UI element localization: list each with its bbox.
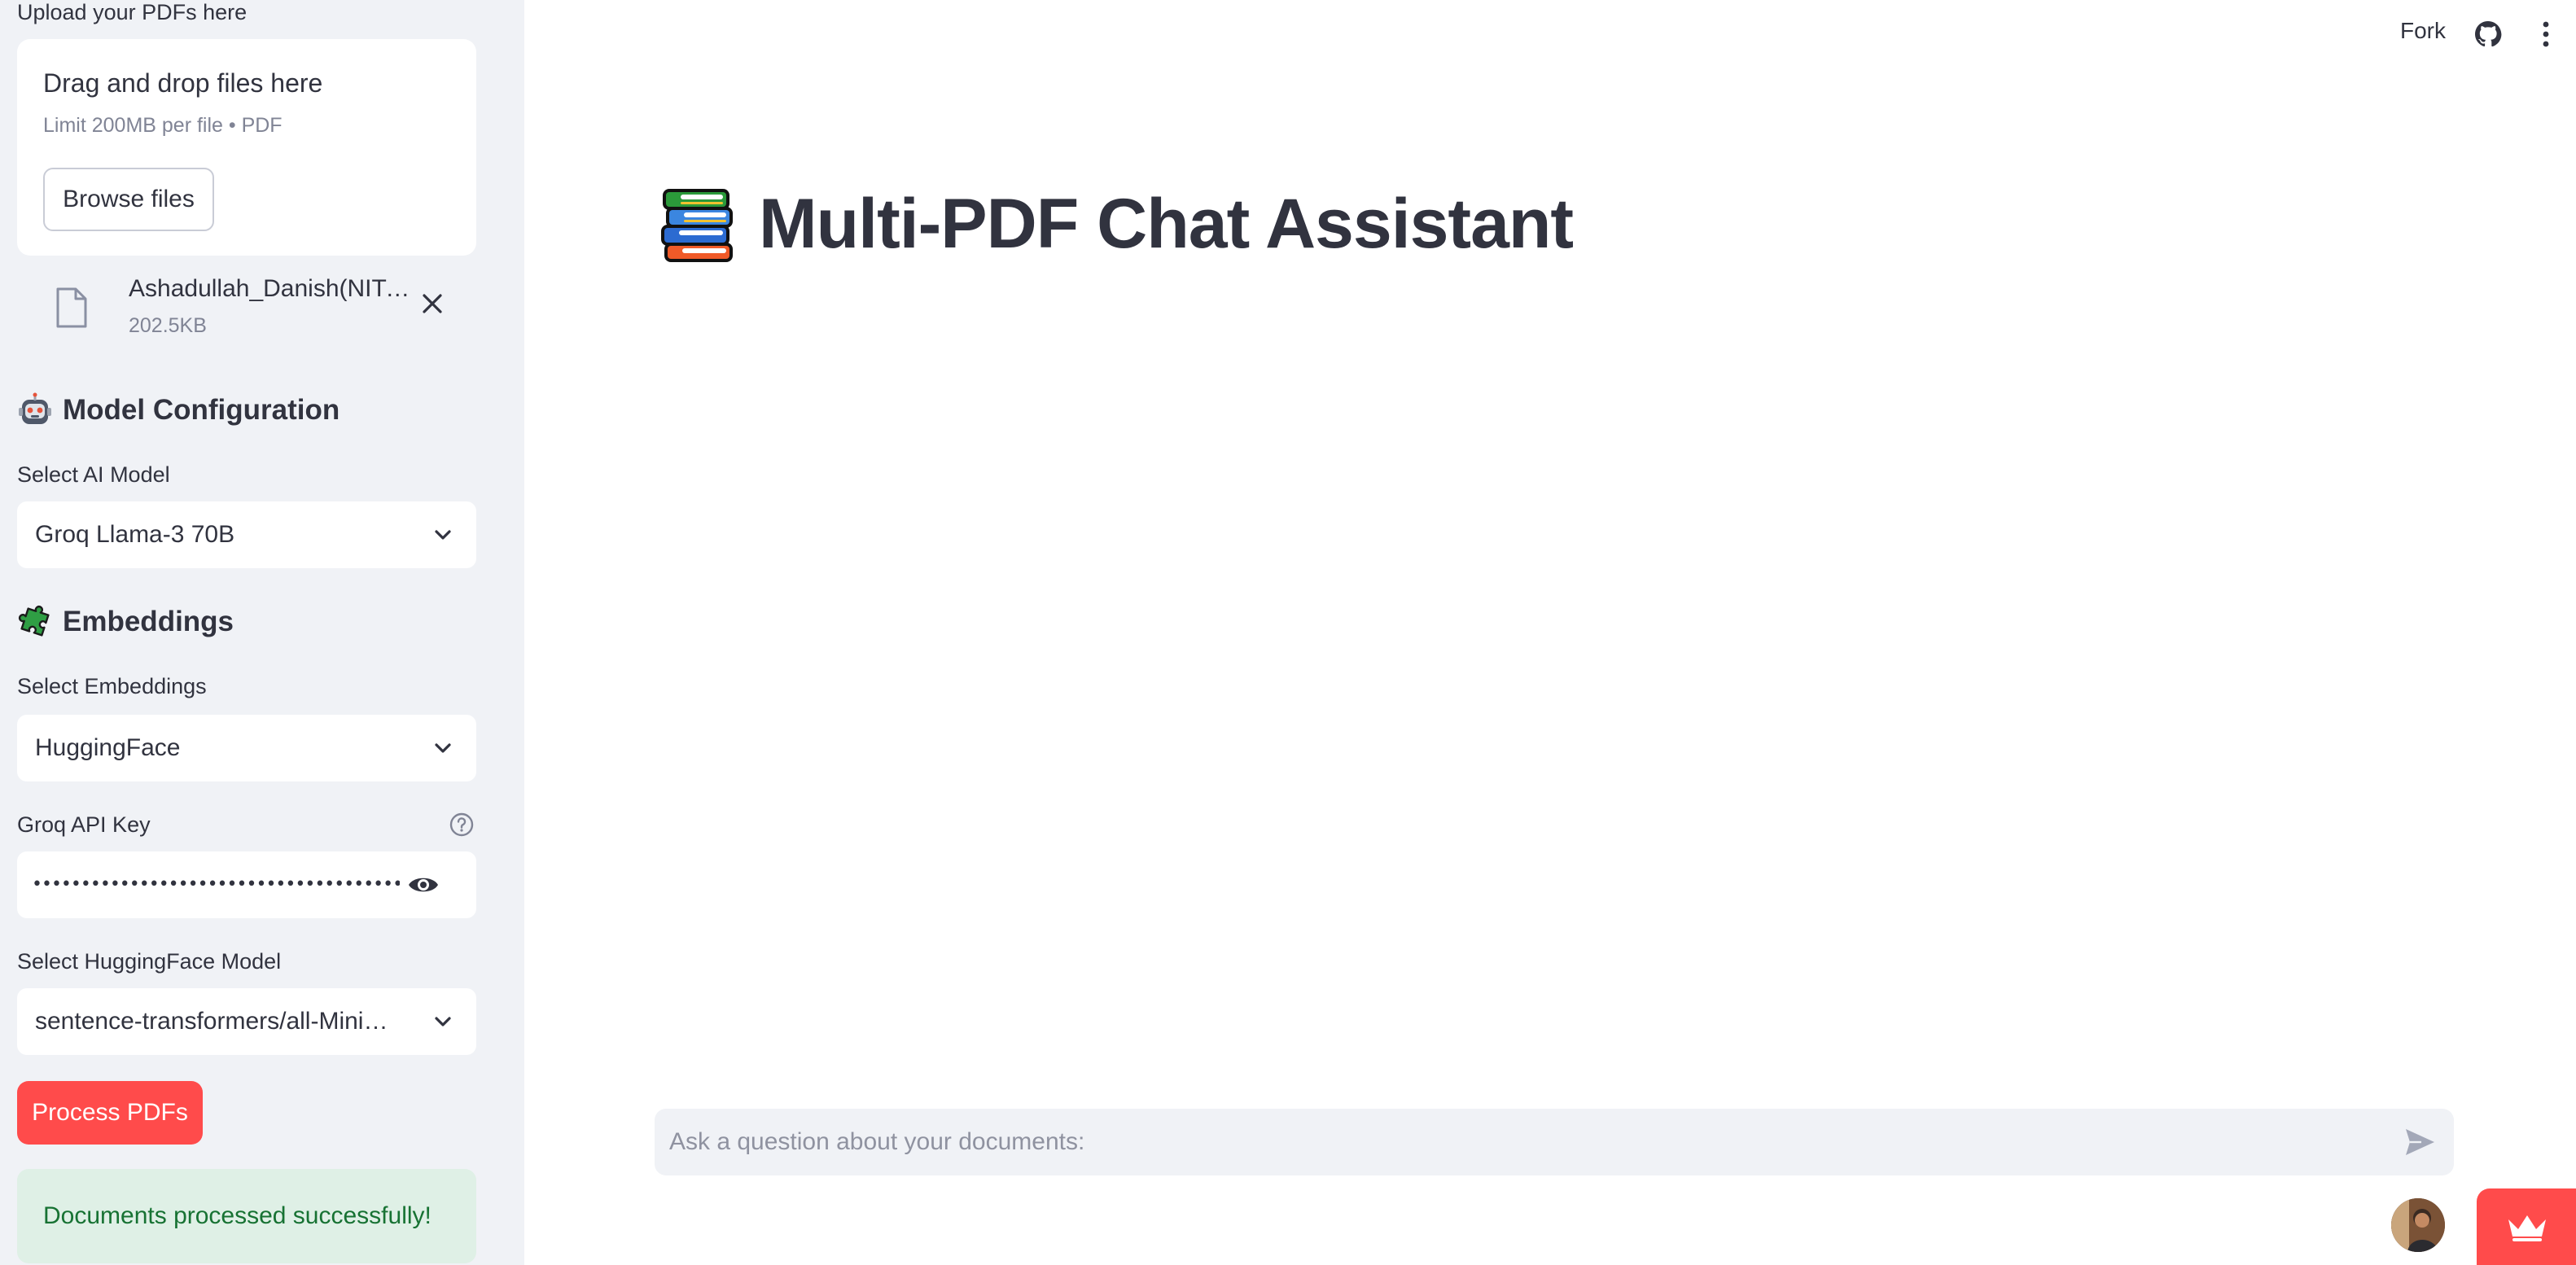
- file-icon: [56, 287, 87, 328]
- process-pdfs-button[interactable]: Process PDFs: [17, 1081, 203, 1145]
- model-config-title: Model Configuration: [63, 394, 340, 426]
- file-name: Ashadullah_Danish(NIT-…: [129, 275, 415, 302]
- upload-label: Upload your PDFs here: [17, 0, 248, 24]
- hf-model-value: sentence-transformers/all-Mini…: [35, 1008, 388, 1035]
- fork-link[interactable]: Fork: [2400, 18, 2446, 44]
- file-size: 202.5KB: [129, 314, 207, 337]
- chat-input[interactable]: [669, 1109, 2379, 1175]
- crown-icon: [2508, 1215, 2546, 1241]
- api-key-label: Groq API Key: [17, 812, 151, 837]
- chevron-down-icon: [435, 1017, 451, 1026]
- remove-file-icon[interactable]: [418, 290, 446, 317]
- select-hf-model-label: Select HuggingFace Model: [17, 949, 282, 974]
- show-password-icon[interactable]: [406, 869, 440, 900]
- ai-model-value: Groq Llama-3 70B: [35, 521, 235, 548]
- page-title-row: Multi-PDF Chat Assistant: [659, 184, 1574, 265]
- streamlit-badge-button[interactable]: [2477, 1188, 2576, 1265]
- chevron-down-icon: [435, 743, 451, 753]
- dropzone-limit: Limit 200MB per file • PDF: [43, 114, 283, 137]
- dropzone-title: Drag and drop files here: [43, 68, 323, 98]
- success-message: Documents processed successfully!: [43, 1202, 432, 1229]
- embeddings-heading: Embeddings: [17, 604, 234, 640]
- model-config-heading: Model Configuration: [17, 392, 340, 428]
- books-icon: [661, 188, 733, 262]
- api-key-masked-value: ••••••••••••••••••••••••••••••••••••••••…: [32, 874, 400, 895]
- puzzle-piece-icon: [18, 605, 50, 637]
- send-icon[interactable]: [2403, 1127, 2436, 1158]
- embeddings-select[interactable]: HuggingFace: [17, 715, 476, 781]
- sidebar: Upload your PDFs here Drag and drop file…: [0, 0, 524, 1265]
- chevron-down-icon: [435, 530, 451, 540]
- select-embeddings-label: Select Embeddings: [17, 674, 207, 698]
- embeddings-value: HuggingFace: [35, 734, 181, 761]
- ai-model-select[interactable]: Groq Llama-3 70B: [17, 501, 476, 568]
- hf-model-select[interactable]: sentence-transformers/all-Mini…: [17, 988, 476, 1055]
- avatar[interactable]: [2391, 1198, 2445, 1252]
- help-icon[interactable]: [448, 811, 475, 838]
- select-ai-model-label: Select AI Model: [17, 462, 170, 487]
- chat-input-box[interactable]: [655, 1109, 2454, 1175]
- api-key-input[interactable]: ••••••••••••••••••••••••••••••••••••••••…: [17, 851, 476, 918]
- avatar-image: [2391, 1198, 2445, 1252]
- robot-face-icon: [19, 392, 51, 424]
- success-alert: Documents processed successfully!: [17, 1169, 476, 1263]
- uploaded-file: Ashadullah_Danish(NIT-… 202.5KB: [49, 275, 456, 348]
- browse-files-button[interactable]: Browse files: [43, 168, 214, 231]
- more-menu-icon[interactable]: [2540, 20, 2552, 49]
- embeddings-title: Embeddings: [63, 606, 234, 637]
- github-icon[interactable]: [2473, 20, 2503, 49]
- file-dropzone[interactable]: Drag and drop files here Limit 200MB per…: [17, 39, 476, 256]
- page-title: Multi-PDF Chat Assistant: [759, 185, 1574, 263]
